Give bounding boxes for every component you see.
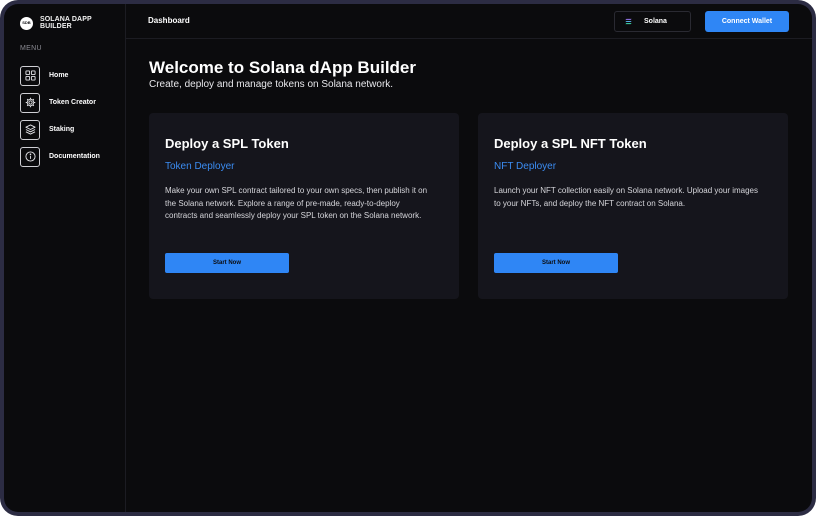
start-now-button[interactable]: Start Now bbox=[165, 253, 289, 273]
sidebar: SDB SOLANA DAPP BUILDER MENU Home Token … bbox=[4, 4, 126, 512]
sidebar-nav: Home Token Creator Staking Documentation bbox=[20, 62, 100, 170]
brand[interactable]: SDB SOLANA DAPP BUILDER bbox=[20, 16, 125, 30]
hero-title: Welcome to Solana dApp Builder bbox=[149, 58, 416, 77]
sidebar-item-documentation[interactable]: Documentation bbox=[20, 143, 100, 170]
network-selector[interactable]: Solana bbox=[614, 11, 691, 32]
sidebar-item-label: Home bbox=[49, 72, 69, 79]
gear-icon bbox=[20, 92, 40, 113]
card-spl-token: Deploy a SPL Token Token Deployer Make y… bbox=[149, 113, 459, 299]
page-title: Dashboard bbox=[148, 16, 190, 25]
sidebar-item-token-creator[interactable]: Token Creator bbox=[20, 89, 100, 116]
device-frame: SDB SOLANA DAPP BUILDER MENU Home Token … bbox=[0, 0, 816, 516]
card-spl-nft-token: Deploy a SPL NFT Token NFT Deployer Laun… bbox=[478, 113, 788, 299]
layers-icon bbox=[20, 119, 40, 140]
card-subtitle-link[interactable]: Token Deployer bbox=[165, 161, 234, 172]
brand-logo: SDB bbox=[20, 16, 33, 30]
card-description: Launch your NFT collection easily on Sol… bbox=[494, 186, 758, 208]
network-label: Solana bbox=[644, 18, 667, 25]
info-icon bbox=[20, 146, 40, 167]
app-screen: SDB SOLANA DAPP BUILDER MENU Home Token … bbox=[4, 4, 812, 512]
menu-label: MENU bbox=[20, 45, 42, 52]
hero-subtitle: Create, deploy and manage tokens on Sola… bbox=[149, 79, 394, 90]
solana-icon bbox=[625, 18, 632, 25]
sidebar-item-home[interactable]: Home bbox=[20, 62, 100, 89]
brand-name: SOLANA DAPP BUILDER bbox=[39, 16, 92, 30]
sidebar-item-label: Token Creator bbox=[49, 99, 96, 106]
start-now-button[interactable]: Start Now bbox=[494, 253, 618, 273]
top-bar: Dashboard Solana Connect Wallet bbox=[126, 4, 812, 39]
sidebar-item-label: Staking bbox=[49, 126, 75, 133]
grid-icon bbox=[20, 65, 40, 86]
card-subtitle-link[interactable]: NFT Deployer bbox=[494, 161, 556, 172]
card-title: Deploy a SPL NFT Token bbox=[494, 136, 647, 151]
connect-wallet-button[interactable]: Connect Wallet bbox=[705, 11, 789, 32]
card-title: Deploy a SPL Token bbox=[165, 136, 289, 151]
sidebar-item-staking[interactable]: Staking bbox=[20, 116, 100, 143]
card-description: Make your own SPL contract tailored to y… bbox=[165, 186, 428, 220]
sidebar-item-label: Documentation bbox=[49, 153, 100, 160]
